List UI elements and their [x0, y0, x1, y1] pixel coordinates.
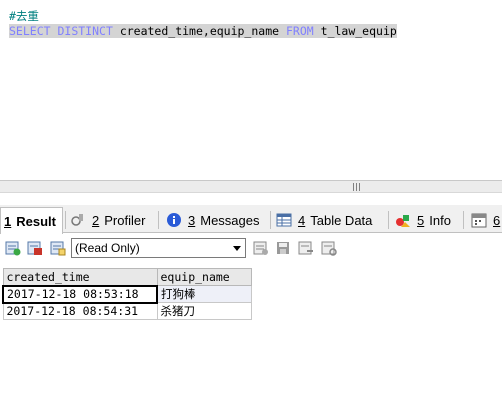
- tab-table-data-number: 4: [298, 212, 306, 228]
- sql-comment: #去重: [9, 9, 39, 23]
- sql-keyword-select: SELECT: [9, 24, 51, 38]
- tab-result[interactable]: 1 Result: [0, 207, 63, 234]
- tab-info[interactable]: 5 Info: [395, 207, 451, 233]
- save-icon[interactable]: [275, 240, 291, 256]
- grid-header-row: created_time equip_name: [2, 268, 252, 286]
- export-icon[interactable]: [5, 240, 21, 256]
- tab-result-label: Result: [16, 213, 56, 229]
- sql-keyword-from: FROM: [286, 24, 314, 38]
- grid-cell[interactable]: 打狗棒: [156, 285, 252, 303]
- column-header-created-time[interactable]: created_time: [2, 268, 158, 286]
- table-row[interactable]: 2017-12-18 08:53:18 打狗棒: [2, 284, 252, 304]
- tab-messages[interactable]: 3 Messages: [166, 207, 259, 233]
- sql-query-line: SELECT DISTINCT created_time,equip_name …: [9, 24, 397, 39]
- import-icon[interactable]: [27, 240, 43, 256]
- tab-profiler-number: 2: [92, 212, 100, 228]
- tab-result-number: 1: [4, 213, 12, 229]
- delete-row-icon[interactable]: [298, 240, 314, 256]
- column-header-equip-name[interactable]: equip_name: [156, 268, 252, 286]
- insert-row-icon[interactable]: [253, 240, 269, 256]
- splitter-grip-icon[interactable]: [353, 183, 363, 191]
- chevron-down-icon: [233, 246, 241, 251]
- tab-info-label: Info: [429, 212, 451, 228]
- profiler-icon: [70, 212, 86, 228]
- sql-table: t_law_equip: [320, 24, 397, 38]
- sql-editor[interactable]: #去重 SELECT DISTINCT created_time,equip_n…: [0, 0, 502, 180]
- tab-info-number: 5: [417, 212, 425, 228]
- info-shapes-icon: [395, 212, 411, 228]
- result-mode-value: (Read Only): [75, 241, 140, 255]
- tab-messages-label: Messages: [200, 212, 260, 228]
- tab-history[interactable]: 6: [471, 207, 502, 233]
- tab-table-data-label: Table Data: [310, 212, 373, 228]
- table-row[interactable]: 2017-12-18 08:54:31 杀猪刀: [2, 302, 252, 320]
- grid-cell[interactable]: 2017-12-18 08:54:31: [2, 302, 158, 320]
- sql-keyword-distinct: DISTINCT: [57, 24, 113, 38]
- calendar-icon: [471, 212, 487, 228]
- tab-messages-number: 3: [188, 212, 196, 228]
- tab-profiler[interactable]: 2 Profiler: [70, 207, 145, 233]
- sql-columns: created_time,equip_name: [119, 24, 280, 38]
- tab-table-data[interactable]: 4 Table Data: [276, 207, 372, 233]
- tab-history-number: 6: [493, 212, 501, 228]
- table-icon: [276, 212, 292, 228]
- result-grid[interactable]: created_time equip_name 2017-12-18 08:53…: [2, 268, 252, 320]
- result-mode-select[interactable]: (Read Only): [71, 238, 246, 258]
- grid-cell[interactable]: 2017-12-18 08:53:18: [2, 284, 158, 304]
- copy-grid-icon[interactable]: [50, 240, 66, 256]
- refresh-grid-icon[interactable]: [321, 240, 337, 256]
- info-icon: [166, 212, 182, 228]
- tab-profiler-label: Profiler: [104, 212, 146, 228]
- result-tab-bar: 1 Result 2 Profiler 3 Messages 4 Table D…: [0, 205, 502, 234]
- grid-cell[interactable]: 杀猪刀: [156, 302, 252, 320]
- pane-splitter[interactable]: [0, 180, 502, 193]
